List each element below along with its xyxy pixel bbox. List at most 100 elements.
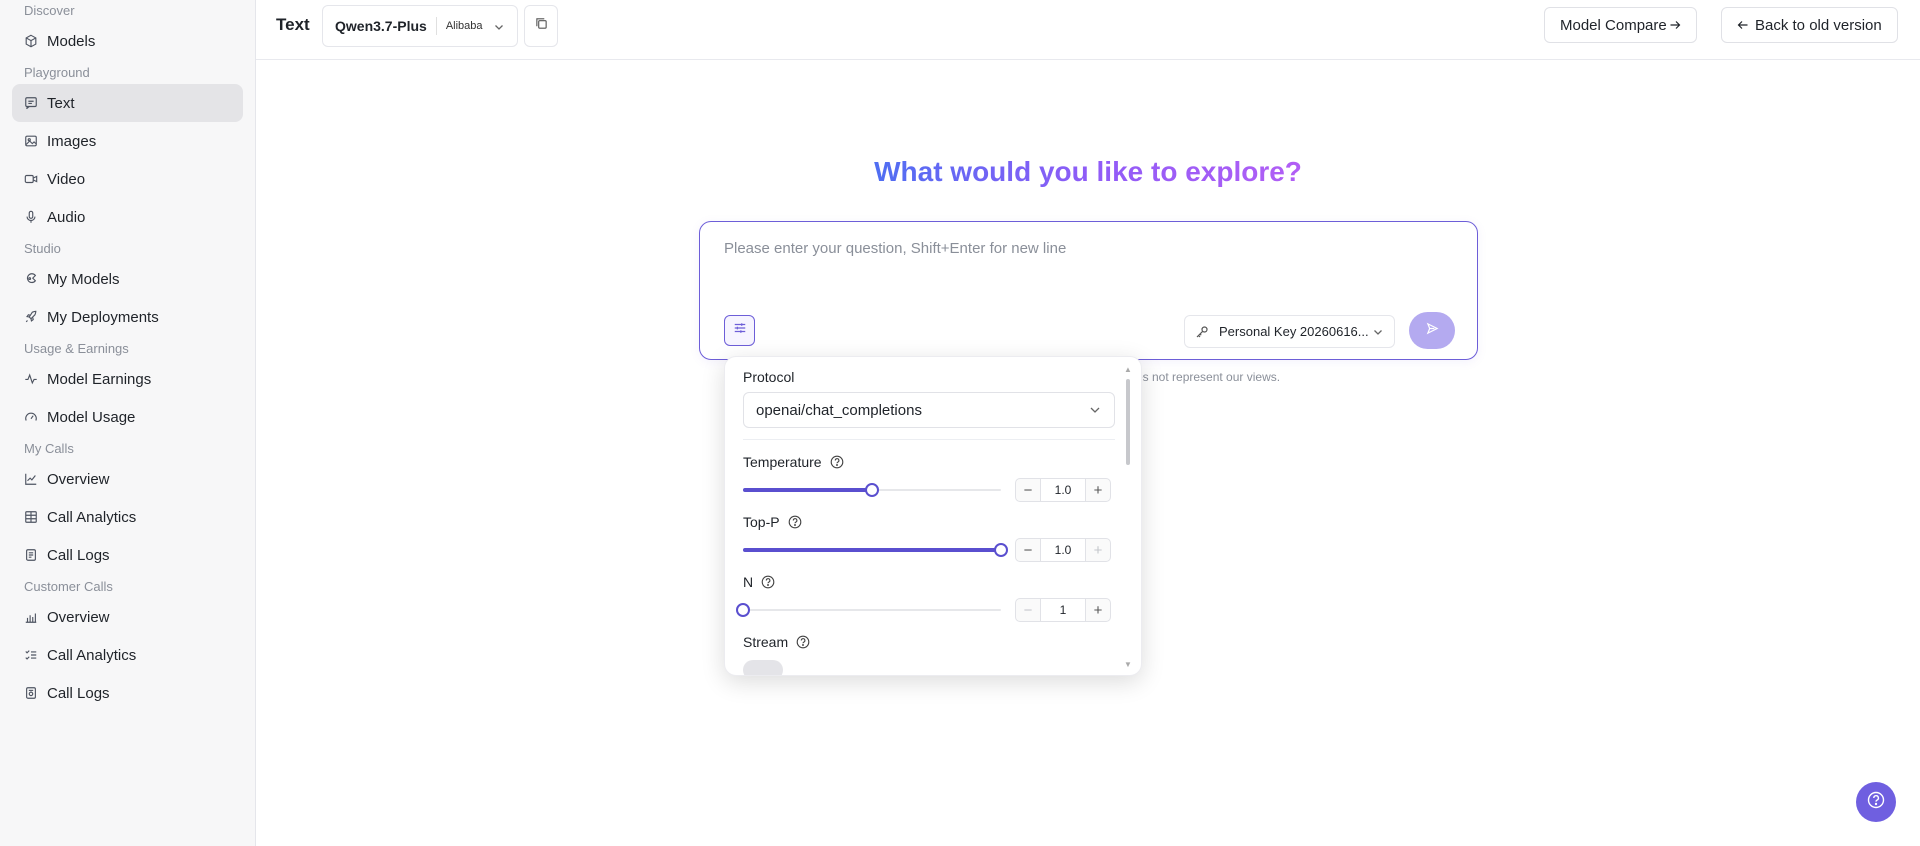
sidebar-item-text[interactable]: Text — [12, 84, 243, 122]
slider-thumb[interactable] — [736, 603, 750, 617]
cube-icon — [24, 34, 38, 48]
sidebar-item-customer-overview[interactable]: Overview — [12, 598, 243, 636]
top-p-stepper[interactable]: − 1.0 + — [1015, 538, 1111, 562]
video-icon — [24, 172, 38, 186]
sidebar-item-label: Overview — [47, 470, 110, 488]
key-icon — [1195, 325, 1209, 339]
divider — [435, 17, 437, 35]
protocol-select[interactable]: openai/chat_completions — [743, 392, 1115, 428]
sidebar-item-model-earnings[interactable]: Model Earnings — [12, 360, 243, 398]
temperature-label-text: Temperature — [743, 454, 822, 470]
n-stepper[interactable]: − 1 + — [1015, 598, 1111, 622]
hero-text: What would you like to explore? — [874, 156, 1302, 187]
sidebar-item-label: Images — [47, 132, 97, 150]
sidebar-section-studio: Studio — [24, 241, 61, 256]
brain-icon — [24, 272, 38, 286]
n-label: N — [743, 574, 775, 590]
sidebar-item-my-models[interactable]: My Models — [12, 260, 243, 298]
sidebar-item-images[interactable]: Images — [12, 122, 243, 160]
rocket-icon — [24, 310, 38, 324]
copy-button[interactable] — [524, 5, 558, 47]
scrollbar-thumb[interactable] — [1126, 379, 1130, 465]
sidebar-item-my-call-logs[interactable]: Call Logs — [12, 536, 243, 574]
popover-scrollbar[interactable]: ▲ ▼ — [1124, 365, 1132, 669]
divider — [743, 439, 1115, 440]
sidebar-item-label: My Models — [47, 270, 120, 288]
n-slider[interactable] — [736, 602, 1001, 618]
sidebar-item-models[interactable]: Models — [12, 22, 243, 60]
sidebar-item-model-usage[interactable]: Model Usage — [12, 398, 243, 436]
increment-button[interactable]: + — [1086, 539, 1110, 561]
sidebar-item-my-overview[interactable]: Overview — [12, 460, 243, 498]
scroll-up-icon[interactable]: ▲ — [1124, 365, 1132, 374]
logs-icon — [24, 686, 38, 700]
prompt-input[interactable]: Please enter your question, Shift+Enter … — [724, 240, 1066, 257]
sidebar-item-label: Call Analytics — [47, 508, 137, 526]
model-compare-label: Model Compare — [1560, 16, 1667, 34]
sidebar-item-customer-call-analytics[interactable]: Call Analytics — [12, 636, 243, 674]
n-label-text: N — [743, 574, 754, 590]
slider-thumb[interactable] — [994, 543, 1008, 557]
send-button[interactable] — [1409, 312, 1455, 349]
logs-icon — [24, 548, 38, 562]
top-p-slider[interactable] — [743, 542, 1008, 558]
top-p-label: Top-P — [743, 514, 802, 530]
help-circle-icon[interactable] — [761, 575, 775, 589]
sidebar-item-my-deployments[interactable]: My Deployments — [12, 298, 243, 336]
sidebar-item-label: Audio — [47, 208, 86, 226]
sidebar-item-label: Model Earnings — [47, 370, 152, 388]
sidebar-item-label: Model Usage — [47, 408, 136, 426]
increment-button[interactable]: + — [1086, 599, 1110, 621]
sidebar-item-customer-call-logs[interactable]: Call Logs — [12, 674, 243, 712]
api-key-selector[interactable]: Personal Key 20260616... — [1184, 315, 1395, 348]
temperature-slider[interactable] — [743, 482, 1001, 498]
help-circle-icon — [1867, 791, 1885, 814]
checklist-icon — [24, 648, 38, 662]
top-header: Text Qwen3.7-Plus Alibaba Model Compare … — [256, 0, 1920, 60]
sidebar-item-label: Video — [47, 170, 86, 188]
protocol-value: openai/chat_completions — [756, 401, 922, 419]
bar-chart-icon — [24, 610, 38, 624]
hero-heading: What would you like to explore? — [256, 156, 1920, 188]
scroll-down-icon[interactable]: ▼ — [1124, 660, 1132, 669]
sidebar-item-audio[interactable]: Audio — [12, 198, 243, 236]
sidebar-item-video[interactable]: Video — [12, 160, 243, 198]
temperature-value[interactable]: 1.0 — [1040, 479, 1086, 501]
stream-label: Stream — [743, 634, 810, 650]
sidebar-item-label: Call Logs — [47, 684, 110, 702]
sidebar-item-label: Overview — [47, 608, 110, 626]
mic-icon — [24, 210, 38, 224]
n-value[interactable]: 1 — [1040, 599, 1086, 621]
image-icon — [24, 134, 38, 148]
slider-thumb[interactable] — [865, 483, 879, 497]
decrement-button[interactable]: − — [1016, 479, 1040, 501]
model-compare-button[interactable]: Model Compare — [1544, 7, 1697, 43]
slider-fill — [743, 548, 1001, 552]
chevron-down-icon — [1088, 403, 1102, 417]
copy-icon — [535, 17, 548, 35]
model-name: Qwen3.7-Plus — [335, 18, 427, 34]
send-icon — [1426, 322, 1439, 340]
parameters-settings-button[interactable] — [724, 315, 755, 346]
decrement-button[interactable]: − — [1016, 539, 1040, 561]
top-p-value[interactable]: 1.0 — [1040, 539, 1086, 561]
back-to-old-version-button[interactable]: Back to old version — [1721, 7, 1898, 43]
sidebar-item-label: Text — [47, 94, 75, 112]
prompt-input-box[interactable]: Please enter your question, Shift+Enter … — [699, 221, 1478, 360]
decrement-button[interactable]: − — [1016, 599, 1040, 621]
sliders-icon — [733, 321, 747, 340]
sidebar-item-label: Models — [47, 32, 96, 50]
help-circle-icon[interactable] — [796, 635, 810, 649]
increment-button[interactable]: + — [1086, 479, 1110, 501]
sidebar-item-my-call-analytics[interactable]: Call Analytics — [12, 498, 243, 536]
back-label: Back to old version — [1755, 16, 1882, 34]
arrow-left-icon — [1737, 19, 1749, 31]
sidebar-item-label: Call Analytics — [47, 646, 137, 664]
temperature-stepper[interactable]: − 1.0 + — [1015, 478, 1111, 502]
help-circle-icon[interactable] — [788, 515, 802, 529]
stream-toggle[interactable] — [743, 660, 783, 675]
model-selector[interactable]: Qwen3.7-Plus Alibaba — [322, 5, 518, 47]
help-button[interactable] — [1856, 782, 1896, 822]
arrow-right-icon — [1669, 19, 1681, 31]
help-circle-icon[interactable] — [830, 455, 844, 469]
